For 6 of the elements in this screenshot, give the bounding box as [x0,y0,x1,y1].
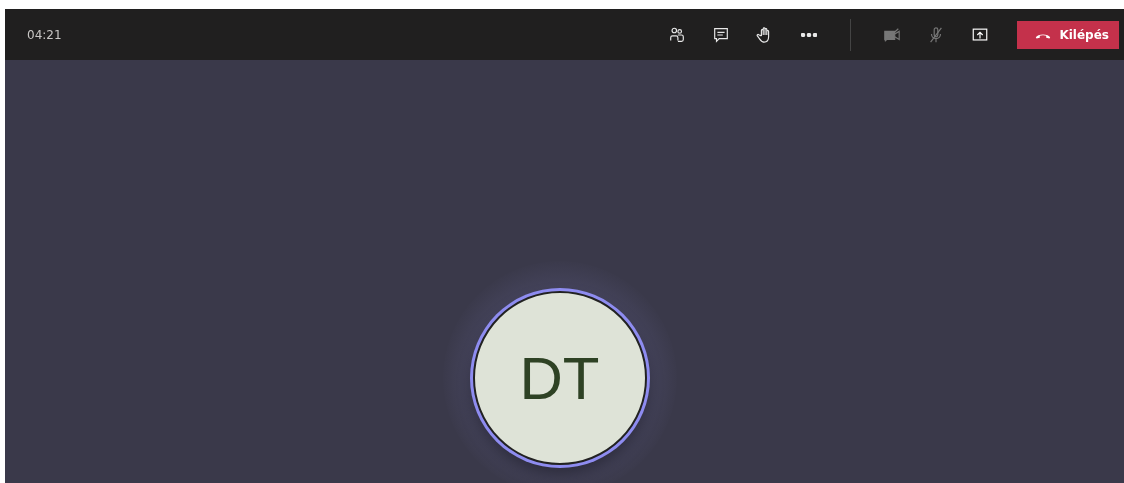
more-options-icon [801,32,818,37]
chat-icon [712,25,731,44]
avatar-initials: DT [519,343,600,413]
call-timer: 04:21 [27,27,62,42]
people-icon [668,25,687,44]
leave-button[interactable]: Kilépés [1017,20,1119,49]
